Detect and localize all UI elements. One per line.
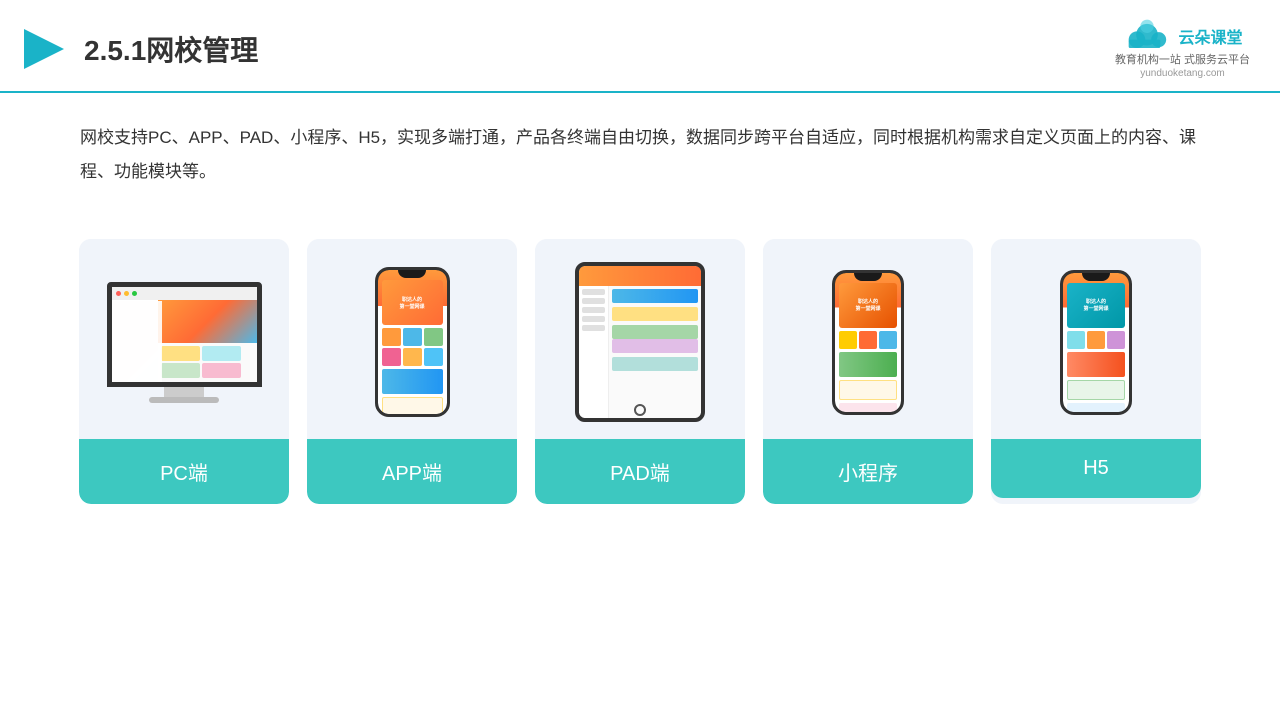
play-icon <box>20 25 68 73</box>
logo-area: 云朵课堂 教育机构一站 式服务云平台 yunduoketang.com <box>1115 18 1250 79</box>
pad-card: PAD端 <box>535 239 745 504</box>
page-header: 2.5.1网校管理 云朵课堂 教育机构一站 式服务云平台 yunduoketan… <box>0 0 1280 93</box>
h5-card: 职达人的第一堂网课 H5 <box>991 239 1201 504</box>
pc-image-area <box>79 239 289 439</box>
miniprogram-card: 职达人的第一堂网课 小程序 <box>763 239 973 504</box>
h5-image-area: 职达人的第一堂网课 <box>991 239 1201 439</box>
h5-phone-icon: 职达人的第一堂网课 <box>1060 270 1132 415</box>
pc-monitor-icon <box>107 282 262 403</box>
miniprogram-label: 小程序 <box>763 439 973 504</box>
app-label: APP端 <box>307 439 517 504</box>
cloud-icon <box>1122 18 1172 53</box>
miniprogram-image-area: 职达人的第一堂网课 <box>763 239 973 439</box>
app-card: 职达人的第一堂网课 <box>307 239 517 504</box>
app-phone-icon: 职达人的第一堂网课 <box>375 267 450 417</box>
pad-tablet-icon <box>575 262 705 422</box>
pc-card: PC端 <box>79 239 289 504</box>
app-image-area: 职达人的第一堂网课 <box>307 239 517 439</box>
logo-tagline: 教育机构一站 式服务云平台 <box>1115 53 1250 68</box>
page-title: 2.5.1网校管理 <box>84 29 258 69</box>
pc-label: PC端 <box>79 439 289 504</box>
h5-label: H5 <box>991 439 1201 498</box>
header-left: 2.5.1网校管理 <box>20 25 258 73</box>
miniprogram-phone-icon: 职达人的第一堂网课 <box>832 270 904 415</box>
logo-cloud: 云朵课堂 <box>1122 18 1242 53</box>
description-text: 网校支持PC、APP、PAD、小程序、H5，实现多端打通，产品各终端自由切换，数… <box>0 93 1280 199</box>
pad-image-area <box>535 239 745 439</box>
pad-label: PAD端 <box>535 439 745 504</box>
cards-section: PC端 职达人的第一堂网课 <box>0 209 1280 504</box>
logo-brand-text: 云朵课堂 <box>1178 24 1242 48</box>
logo-url: yunduoketang.com <box>1140 68 1225 79</box>
